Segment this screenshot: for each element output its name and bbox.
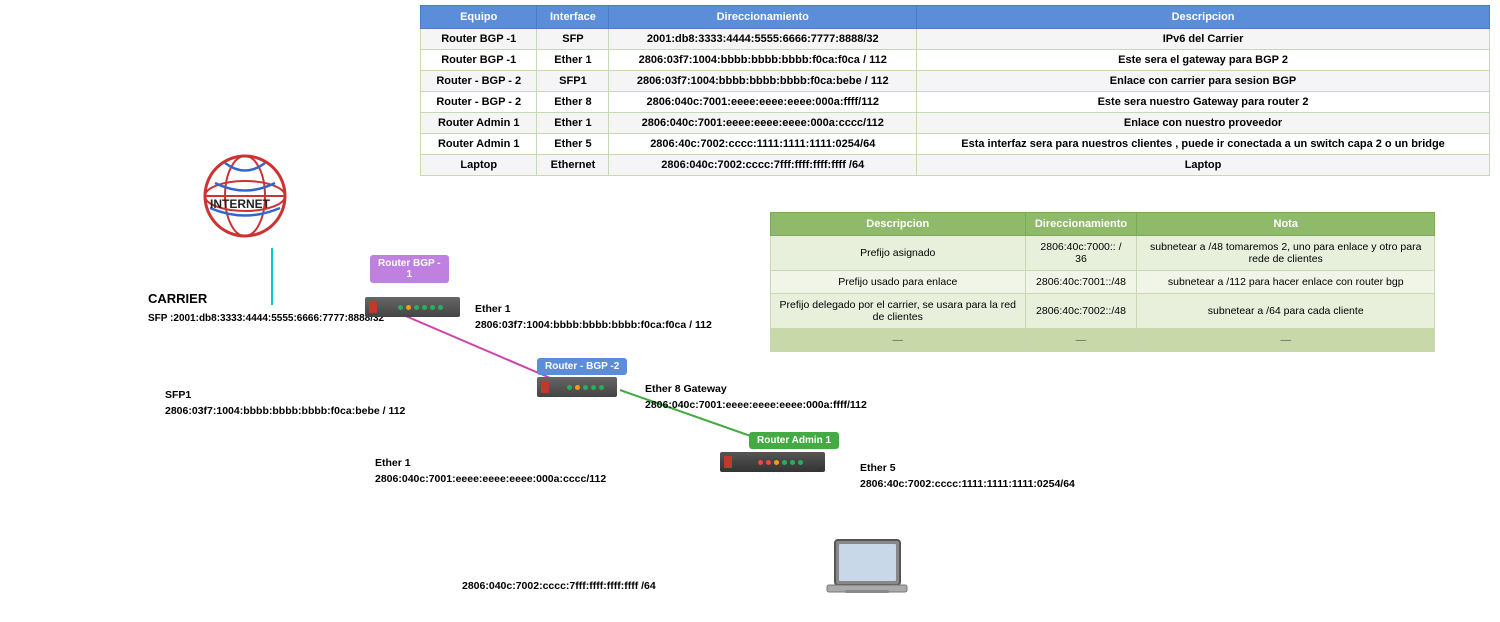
table-cell: 2806:03f7:1004:bbbb:bbbb:bbbb:f0ca:f0ca … bbox=[609, 50, 917, 71]
table-cell: Enlace con nuestro proveedor bbox=[917, 113, 1490, 134]
router-admin1-chip bbox=[720, 452, 825, 472]
table-cell: Router Admin 1 bbox=[421, 113, 537, 134]
table-cell: 2806:40c:7000:: / 36 bbox=[1025, 236, 1137, 271]
table-cell: Prefijo usado para enlace bbox=[771, 271, 1026, 294]
second-table: Descripcion Direccionamiento Nota Prefij… bbox=[770, 212, 1435, 352]
table-row: LaptopEthernet2806:040c:7002:cccc:7fff:f… bbox=[421, 155, 1490, 176]
table-row: Prefijo usado para enlace2806:40c:7001::… bbox=[771, 271, 1435, 294]
table-cell: — bbox=[1025, 329, 1137, 352]
ether5-label: Ether 5 2806:40c:7002:cccc:1111:1111:111… bbox=[860, 461, 1075, 493]
table-cell: Esta interfaz sera para nuestros cliente… bbox=[917, 134, 1490, 155]
table-cell: Prefijo delegado por el carrier, se usar… bbox=[771, 294, 1026, 329]
table-cell: 2806:040c:7002:cccc:7fff:ffff:ffff:ffff … bbox=[609, 155, 917, 176]
ether8-label: Ether 8 Gateway 2806:040c:7001:eeee:eeee… bbox=[645, 382, 867, 414]
router-bgp2-chip bbox=[537, 377, 617, 397]
table-cell: Ethernet bbox=[537, 155, 609, 176]
table-row: Prefijo asignado2806:40c:7000:: / 36subn… bbox=[771, 236, 1435, 271]
main-table-container: Equipo Interface Direccionamiento Descri… bbox=[420, 5, 1490, 176]
second-table-container: Descripcion Direccionamiento Nota Prefij… bbox=[770, 212, 1435, 352]
table-cell: Este sera el gateway para BGP 2 bbox=[917, 50, 1490, 71]
table-cell: IPv6 del Carrier bbox=[917, 29, 1490, 50]
table-cell: Ether 5 bbox=[537, 134, 609, 155]
table-row: Router BGP -1SFP2001:db8:3333:4444:5555:… bbox=[421, 29, 1490, 50]
laptop-addr-label: 2806:040c:7002:cccc:7fff:ffff:ffff:ffff … bbox=[462, 580, 656, 592]
table-cell: 2806:040c:7001:eeee:eeee:eeee:000a:cccc/… bbox=[609, 113, 917, 134]
ether1-bgp1-label: Ether 1 2806:03f7:1004:bbbb:bbbb:bbbb:f0… bbox=[475, 302, 712, 334]
table-cell: Este sera nuestro Gateway para router 2 bbox=[917, 92, 1490, 113]
table-row: Router - BGP - 2SFP12806:03f7:1004:bbbb:… bbox=[421, 71, 1490, 92]
ether1-admin-label: Ether 1 2806:040c:7001:eeee:eeee:eeee:00… bbox=[375, 456, 606, 488]
main-table: Equipo Interface Direccionamiento Descri… bbox=[420, 5, 1490, 176]
internet-label: INTERNET bbox=[210, 197, 270, 211]
table-cell: subnetear a /112 para hacer enlace con r… bbox=[1137, 271, 1435, 294]
table-cell: Laptop bbox=[917, 155, 1490, 176]
table-cell: Router BGP -1 bbox=[421, 29, 537, 50]
table-cell: SFP bbox=[537, 29, 609, 50]
table-row: Router Admin 1Ether 52806:40c:7002:cccc:… bbox=[421, 134, 1490, 155]
table-cell: 2001:db8:3333:4444:5555:6666:7777:8888/3… bbox=[609, 29, 917, 50]
col2-direccionamiento: Direccionamiento bbox=[1025, 213, 1137, 236]
table-cell: SFP1 bbox=[537, 71, 609, 92]
table-cell: subnetear a /48 tomaremos 2, uno para en… bbox=[1137, 236, 1435, 271]
table-cell: — bbox=[1137, 329, 1435, 352]
router-admin1-box: Router Admin 1 bbox=[749, 432, 839, 449]
table-cell: 2806:40c:7002::/48 bbox=[1025, 294, 1137, 329]
col2-nota: Nota bbox=[1137, 213, 1435, 236]
router-bgp1-chip bbox=[365, 297, 460, 317]
table-cell: Router BGP -1 bbox=[421, 50, 537, 71]
table-row: Router Admin 1Ether 12806:040c:7001:eeee… bbox=[421, 113, 1490, 134]
table-cell: 2806:03f7:1004:bbbb:bbbb:bbbb:f0ca:bebe … bbox=[609, 71, 917, 92]
table-cell: Router - BGP - 2 bbox=[421, 71, 537, 92]
table-cell: Ether 1 bbox=[537, 50, 609, 71]
col2-descripcion: Descripcion bbox=[771, 213, 1026, 236]
table-cell: — bbox=[771, 329, 1026, 352]
table-cell: Laptop bbox=[421, 155, 537, 176]
router-bgp2-box: Router - BGP -2 bbox=[537, 358, 627, 375]
col-descripcion: Descripcion bbox=[917, 6, 1490, 29]
table-cell: subnetear a /64 para cada cliente bbox=[1137, 294, 1435, 329]
laptop-icon bbox=[825, 535, 915, 613]
table-cell: 2806:40c:7001::/48 bbox=[1025, 271, 1137, 294]
table-cell: 2806:40c:7002:cccc:1111:1111:1111:0254/6… bbox=[609, 134, 917, 155]
sfp1-label: SFP1 2806:03f7:1004:bbbb:bbbb:bbbb:f0ca:… bbox=[165, 388, 405, 420]
col-direccionamiento: Direccionamiento bbox=[609, 6, 917, 29]
table-row: Prefijo delegado por el carrier, se usar… bbox=[771, 294, 1435, 329]
table-cell: Prefijo asignado bbox=[771, 236, 1026, 271]
table-cell: Ether 1 bbox=[537, 113, 609, 134]
table-cell: 2806:040c:7001:eeee:eeee:eeee:000a:ffff/… bbox=[609, 92, 917, 113]
table-cell: Enlace con carrier para sesion BGP bbox=[917, 71, 1490, 92]
col-equipo: Equipo bbox=[421, 6, 537, 29]
router-bgp1-box: Router BGP -1 bbox=[370, 255, 449, 283]
table-row: ——— bbox=[771, 329, 1435, 352]
carrier-sfp-label: SFP :2001:db8:3333:4444:5555:6666:7777:8… bbox=[148, 313, 384, 324]
table-row: Router - BGP - 2Ether 82806:040c:7001:ee… bbox=[421, 92, 1490, 113]
table-row: Router BGP -1Ether 12806:03f7:1004:bbbb:… bbox=[421, 50, 1490, 71]
table-cell: Ether 8 bbox=[537, 92, 609, 113]
table-cell: Router Admin 1 bbox=[421, 134, 537, 155]
carrier-label: CARRIER SFP :2001:db8:3333:4444:5555:666… bbox=[148, 290, 384, 326]
col-interface: Interface bbox=[537, 6, 609, 29]
table-cell: Router - BGP - 2 bbox=[421, 92, 537, 113]
